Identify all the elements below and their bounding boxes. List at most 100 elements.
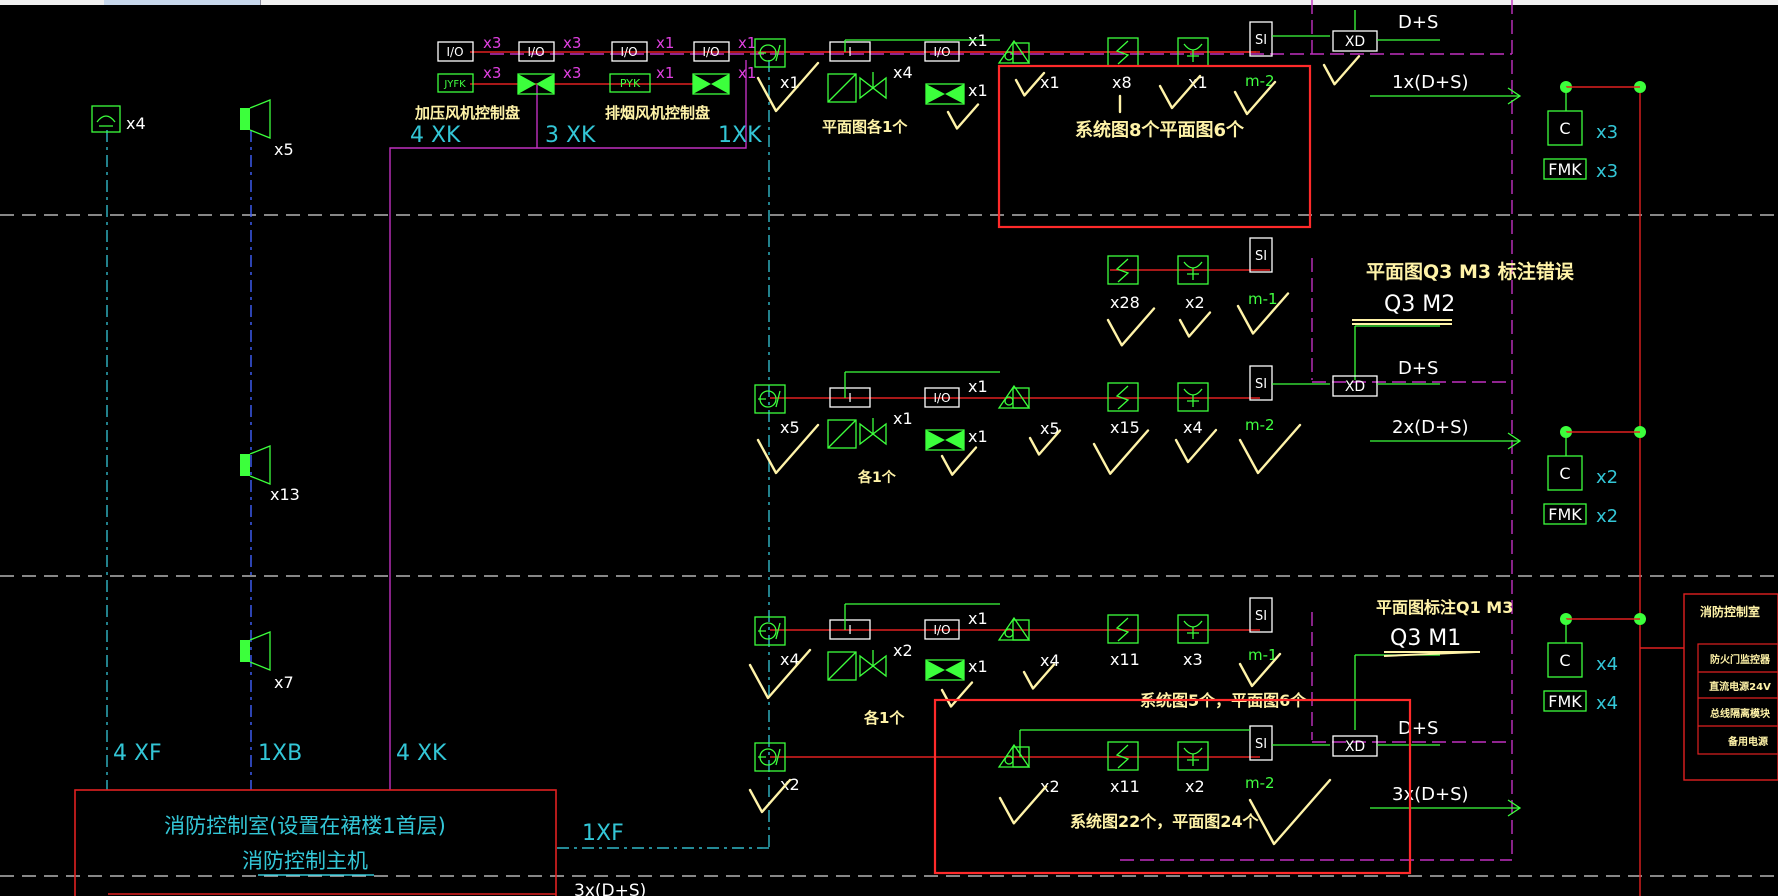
- count-label: x4: [1596, 654, 1618, 675]
- annotation: Q3 M2: [1384, 292, 1455, 317]
- riser-xk: [389, 60, 747, 790]
- count-label: x1: [968, 81, 988, 100]
- fan-valve-icon: [692, 73, 730, 95]
- svg-text:SI: SI: [1255, 609, 1267, 624]
- count-label: x1: [968, 427, 988, 446]
- count-label: x11: [1110, 650, 1140, 669]
- bus-label: D+S: [1398, 358, 1438, 379]
- count-label: x1: [1040, 73, 1060, 92]
- svg-text:I/O: I/O: [620, 45, 637, 59]
- smoke-detector-icon: [754, 616, 786, 646]
- svg-text:I/O: I/O: [933, 623, 950, 637]
- xd-terminal-box: XD: [1332, 735, 1378, 757]
- fire-damper-icon: [925, 83, 965, 105]
- annotation: Q3 M1: [1390, 626, 1461, 651]
- count-label: x15: [1110, 418, 1140, 437]
- speaker-icon: [240, 631, 271, 671]
- count-label: x3: [483, 64, 501, 82]
- count-label: x4: [1596, 693, 1618, 714]
- svg-text:SI: SI: [1255, 249, 1267, 264]
- highlight-box: [933, 698, 1412, 875]
- count-label: x1: [738, 34, 756, 52]
- side-panel-item: 直流电源24V: [1709, 680, 1771, 693]
- count-label: x1: [893, 409, 913, 428]
- count-label: x2: [780, 775, 800, 794]
- svg-text:SI: SI: [1255, 737, 1267, 752]
- fire-damper-icon: [925, 429, 965, 451]
- check-mark: [940, 681, 974, 708]
- bus-label: 2x(D+S): [1392, 417, 1469, 438]
- riser-label: 3 XK: [545, 123, 596, 148]
- annotation: 各1个: [863, 709, 905, 727]
- panel-label: 加压风机控制盘: [414, 104, 520, 122]
- manual-alarm-icon: [997, 384, 1031, 409]
- valve-icon: [827, 72, 887, 103]
- count-label: m-2: [1245, 774, 1275, 792]
- control-room-title: 消防控制室(设置在裙楼1首层): [164, 814, 446, 838]
- svg-text:XD: XD: [1345, 739, 1365, 755]
- xd-terminal-box: XD: [1332, 375, 1378, 397]
- side-control-panel: 消防控制室 防火门监控器 直流电源24V 总线隔离模块 备用电源: [1683, 593, 1778, 781]
- valve-icon: [827, 418, 887, 449]
- speaker-icon: [240, 99, 271, 139]
- count-label: x1: [1188, 73, 1208, 92]
- sprinkler-icon: [1177, 614, 1209, 644]
- svg-text:I: I: [848, 623, 852, 637]
- c-module-label: C: [1559, 464, 1570, 483]
- fire-door-module-group: Cx3 FMK x3: [1543, 81, 1646, 182]
- count-label: x1: [968, 657, 988, 676]
- short-isolator-module: SI: [1249, 365, 1273, 401]
- fire-alarm-system-diagram: x4 x5 x13 x7 4 XF 1XB 4 XK 4 XK 3 XK 1XK…: [0, 0, 1778, 896]
- count-label: x4: [893, 63, 913, 82]
- sprinkler-icon: [1177, 382, 1209, 412]
- short-isolator-module: SI: [1249, 725, 1273, 761]
- short-isolator-module: SI: [1249, 21, 1273, 57]
- manual-alarm-icon: [997, 616, 1031, 641]
- smoke-detector-icon: [754, 38, 786, 68]
- count-label: x8: [1112, 73, 1132, 92]
- heat-detector-icon: [1107, 614, 1139, 644]
- count-label: x2: [1185, 777, 1205, 796]
- count-label: x2: [1596, 467, 1618, 488]
- bus-label: D+S: [1398, 12, 1438, 33]
- annotation: 系统图22个，平面图24个: [1070, 812, 1260, 831]
- svg-text:I: I: [848, 45, 852, 59]
- speaker-icon: [240, 445, 271, 485]
- count-label: x1: [968, 377, 988, 396]
- side-panel-item: 总线隔离模块: [1710, 707, 1771, 720]
- count-label: x1: [738, 64, 756, 82]
- annotation: 各1个: [857, 469, 897, 486]
- short-isolator-module: SI: [1249, 237, 1273, 273]
- riser-label: 1XB: [258, 741, 302, 766]
- annotation: 系统图8个平面图6个: [1075, 119, 1245, 141]
- count-label: x28: [1110, 293, 1140, 312]
- count-label: x2: [893, 641, 913, 660]
- manual-alarm-icon: [997, 743, 1031, 768]
- bus-label: 1x(D+S): [1392, 72, 1469, 93]
- count-label: x3: [563, 34, 581, 52]
- control-host-title: 消防控制主机: [242, 849, 368, 873]
- riser-label: 1XK: [718, 123, 762, 148]
- count-label: x2: [1596, 506, 1618, 527]
- svg-text:SI: SI: [1255, 377, 1267, 392]
- annotation: 平面图Q3 M3 标注错误: [1366, 260, 1575, 283]
- check-mark: [940, 446, 978, 476]
- count-label: x3: [1183, 650, 1203, 669]
- check-mark: [1322, 55, 1361, 86]
- svg-text:JYFK: JYFK: [443, 79, 466, 90]
- side-panel-item: 备用电源: [1727, 735, 1768, 748]
- riser-label: 4 XF: [113, 741, 162, 766]
- riser-label: 1XF: [582, 821, 624, 846]
- count-label: x2: [1040, 777, 1060, 796]
- count-label: x2: [1185, 293, 1205, 312]
- riser-label: 4 XK: [410, 123, 461, 148]
- svg-text:I/O: I/O: [702, 45, 719, 59]
- svg-text:I: I: [848, 391, 852, 405]
- svg-text:XD: XD: [1345, 379, 1365, 395]
- sprinkler-icon: [1177, 741, 1209, 771]
- count-label: x5: [780, 418, 800, 437]
- heat-detector-icon: [1107, 382, 1139, 412]
- count-label: x4: [1040, 651, 1060, 670]
- count-label: m-1: [1248, 290, 1278, 308]
- count-label: x11: [1110, 777, 1140, 796]
